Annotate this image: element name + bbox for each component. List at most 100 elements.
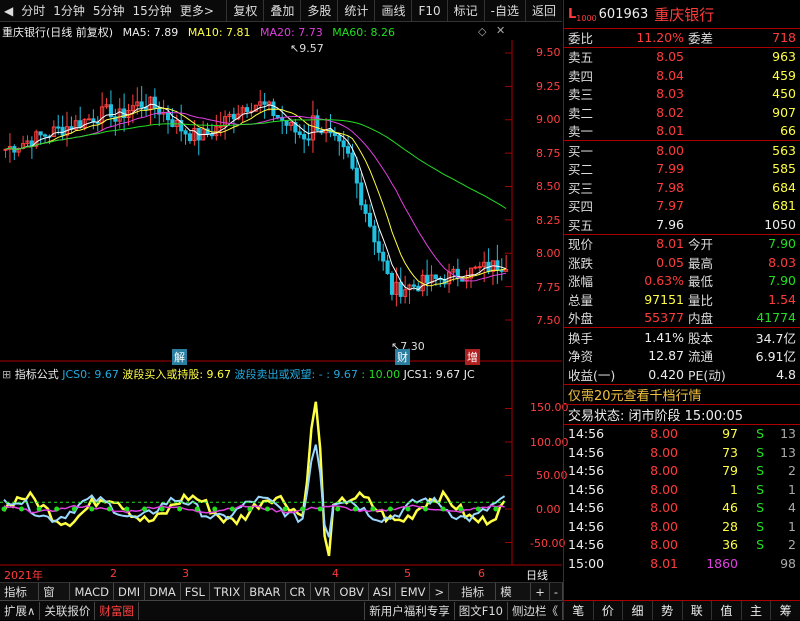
expand-icon[interactable]: ⊞ [2,368,11,381]
sell-row[interactable]: 卖二 8.02 907 [564,103,800,122]
remove-watchlist-button[interactable]: -自选 [483,0,525,22]
candle-body [262,101,267,105]
period-label[interactable]: 日线 [526,567,548,583]
quote-label: 内盘 [688,311,714,327]
tab-macd[interactable]: MACD [70,582,114,601]
buy-row[interactable]: 买五 7.96 1050 [564,215,800,234]
buy-row[interactable]: 买二 7.99 585 [564,160,800,179]
right-tab[interactable]: 价 [594,601,624,620]
cai-event-badge[interactable]: 财 [395,349,410,365]
right-tab[interactable]: 主 [742,601,772,620]
f10-button[interactable]: F10 [411,0,446,22]
sell-row[interactable]: 卖三 8.03 450 [564,85,800,104]
tick-volume: 79 [722,463,738,479]
right-tab[interactable]: 值 [712,601,742,620]
tab-indicator-a[interactable]: 指标A [0,582,40,617]
right-tab[interactable]: 笔 [564,601,594,620]
candle-body [218,125,223,128]
quote-value: 7.90 [768,236,796,252]
related-quote-button[interactable]: 关联报价 [40,601,96,620]
tab-template[interactable]: 模 板 [496,582,532,617]
chart-close-icon[interactable]: ✕ [496,24,505,37]
price-tick: 9.00 [536,113,561,126]
tab-5min[interactable]: 5分钟 [89,0,129,22]
chart-settings-icon[interactable]: ◇ [478,25,486,38]
sell-volume: 450 [772,86,796,102]
tab-fsl[interactable]: FSL [181,582,210,601]
candle-body [359,182,364,206]
draw-line-button[interactable]: 画线 [374,0,411,22]
right-tab[interactable]: 筹 [771,601,800,620]
sell-label: 卖五 [568,50,594,66]
multi-stock-button[interactable]: 多股 [300,0,337,22]
sell-row[interactable]: 卖一 8.01 66 [564,122,800,141]
ma10-line [5,107,507,287]
promo-link[interactable]: 新用户福利专享 [364,601,455,620]
scroll-left-icon[interactable]: ◀ [0,0,17,22]
indicator-name[interactable]: 指标公式 [15,368,59,381]
price-tick: 9.50 [536,46,561,59]
tab-1min[interactable]: 1分钟 [49,0,89,22]
tab-dma[interactable]: DMA [145,582,181,601]
buy-row[interactable]: 买三 7.98 684 [564,178,800,197]
tab-trix[interactable]: TRIX [210,582,246,601]
tab-next-arrow[interactable]: > [430,582,450,601]
mark-button[interactable]: 标记 [446,0,484,22]
tab-15min[interactable]: 15分钟 [129,0,176,22]
tick-time: 14:56 [568,444,605,460]
zeng-event-badge[interactable]: 增 [465,349,480,365]
tab-indicator-b[interactable]: 指标B [457,582,497,617]
tab-more[interactable]: 更多> [176,0,218,22]
candle-body [306,138,311,141]
signal-dot [124,506,130,512]
ma20-value: MA20: 7.73 [260,26,323,39]
expand-button[interactable]: 扩展∧ [0,601,41,620]
sell-row[interactable]: 卖五 8.05 963 [564,48,800,67]
buy-row[interactable]: 买四 7.97 681 [564,197,800,216]
tab-fenshi[interactable]: 分时 [17,0,49,22]
candle-body [433,274,438,280]
zoom-in-button[interactable]: + [531,582,550,601]
sell-price: 8.01 [656,123,684,139]
buy-row[interactable]: 买一 8.00 563 [564,141,800,160]
tab-window[interactable]: 窗口 [39,582,71,617]
back-button[interactable]: 返回 [524,0,562,22]
weibi-value: 11.20% [636,30,684,46]
candle-body [86,118,92,121]
promo-banner[interactable]: 仅需20元查看千档行情 [564,383,800,404]
signal-dot [387,506,393,512]
tab-cr[interactable]: CR [286,582,311,601]
tab-obv[interactable]: OBV [335,582,369,601]
right-tab[interactable]: 势 [653,601,683,620]
chart-canvas[interactable] [0,40,562,582]
tick-count: 13 [780,444,796,460]
tab-asi[interactable]: ASI [369,582,397,601]
signal-dot [212,506,218,512]
candle-body [302,134,307,140]
tick-count: 4 [788,500,796,516]
signal-dot [264,506,270,512]
sell-row[interactable]: 卖四 8.04 459 [564,66,800,85]
quote-stats: 现价 8.01 今开 7.90 涨跌 0.05 最高 8.03 涨幅 0.63% 最低 7.90 总量 9… [564,233,800,328]
fuquan-button[interactable]: 复权 [226,0,263,22]
tick-volume: 1 [730,481,738,497]
jie-event-badge[interactable]: 解 [172,349,187,365]
sell-label: 卖二 [568,105,594,121]
high-price-marker: ↖9.57 [290,42,324,55]
tick-time: 14:56 [568,518,605,534]
caifu-button[interactable]: 财富圈 [95,601,139,620]
tab-brar[interactable]: BRAR [245,582,286,601]
right-tab[interactable]: 联 [683,601,713,620]
tab-dmi[interactable]: DMI [114,582,146,601]
overlay-button[interactable]: 叠加 [263,0,300,22]
tick-volume: 28 [722,518,738,534]
tab-vr[interactable]: VR [311,582,336,601]
tick-volume: 73 [722,444,738,460]
sidebar-toggle[interactable]: 侧边栏《 [508,601,563,620]
stats-value: 34.7亿 [755,330,796,346]
tab-emv[interactable]: EMV [396,582,431,601]
zoom-out-button[interactable]: - [550,582,563,601]
stats-button[interactable]: 统计 [337,0,374,22]
right-tab[interactable]: 细 [623,601,653,620]
f10-graphic-button[interactable]: 图文F10 [455,601,508,620]
